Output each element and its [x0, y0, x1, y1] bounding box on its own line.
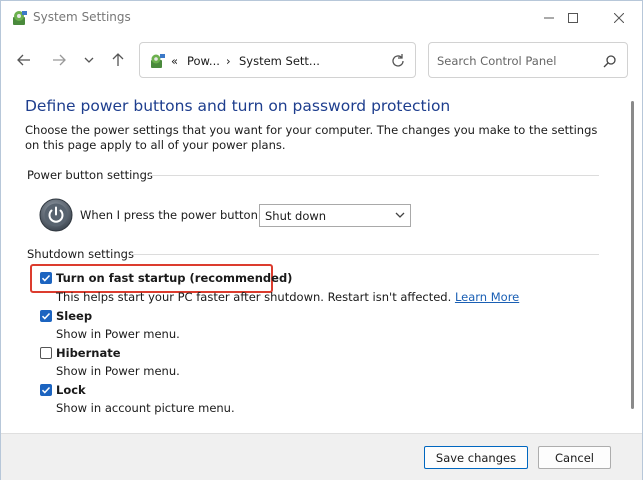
- maximize-button[interactable]: [550, 1, 596, 34]
- recent-locations-button[interactable]: [77, 48, 101, 72]
- up-button[interactable]: [106, 48, 130, 72]
- vertical-scrollbar[interactable]: [631, 101, 634, 409]
- fast-startup-checkbox[interactable]: [40, 272, 52, 284]
- shutdown-settings-title: Shutdown settings: [27, 247, 134, 261]
- learn-more-link[interactable]: Learn More: [455, 290, 519, 304]
- forward-button[interactable]: [47, 48, 71, 72]
- page-description: Choose the power settings that you want …: [25, 123, 598, 152]
- hibernate-label[interactable]: Hibernate: [56, 346, 121, 360]
- fast-startup-label[interactable]: Turn on fast startup (recommended): [56, 271, 292, 285]
- dialog-footer: Save changes Cancel: [1, 433, 642, 480]
- section-divider: [131, 254, 599, 255]
- control-panel-icon: [13, 11, 27, 25]
- close-icon: [614, 12, 624, 23]
- lock-description: Show in account picture menu.: [56, 401, 235, 415]
- arrow-left-icon: [17, 54, 30, 66]
- fast-startup-description-text: This helps start your PC faster after sh…: [56, 290, 452, 304]
- hibernate-description: Show in Power menu.: [56, 364, 180, 378]
- close-window-button[interactable]: [596, 1, 642, 34]
- page-heading: Define power buttons and turn on passwor…: [25, 97, 451, 115]
- sleep-description: Show in Power menu.: [56, 327, 180, 341]
- back-button[interactable]: [12, 48, 36, 72]
- control-panel-icon: [151, 54, 165, 68]
- address-bar[interactable]: « Pow... › System Sett...: [139, 42, 416, 78]
- title-bar: System Settings: [1, 1, 642, 34]
- breadcrumb-overflow[interactable]: «: [171, 54, 178, 68]
- chevron-down-icon: [395, 212, 405, 218]
- breadcrumb-separator: ›: [226, 54, 231, 68]
- window-title: System Settings: [33, 10, 131, 24]
- hibernate-checkbox[interactable]: [40, 347, 52, 359]
- power-button-label: When I press the power button:: [80, 208, 262, 222]
- power-button-action-value: Shut down: [265, 209, 327, 223]
- breadcrumb-item-system-settings[interactable]: System Sett...: [239, 54, 320, 68]
- navigation-bar: « Pow... › System Sett...: [1, 34, 642, 86]
- sleep-label[interactable]: Sleep: [56, 309, 92, 323]
- checkmark-icon: [41, 312, 51, 320]
- fast-startup-description: This helps start your PC faster after sh…: [56, 290, 519, 304]
- checkmark-icon: [41, 386, 51, 394]
- power-icon: [39, 198, 73, 232]
- section-divider: [149, 175, 599, 176]
- search-icon[interactable]: [603, 54, 617, 68]
- search-box[interactable]: [428, 42, 628, 78]
- save-changes-button[interactable]: Save changes: [424, 446, 528, 469]
- lock-label[interactable]: Lock: [56, 383, 86, 397]
- sleep-checkbox[interactable]: [40, 310, 52, 322]
- system-settings-window: System Settings « Pow... › System Sett..…: [0, 0, 643, 480]
- cancel-button[interactable]: Cancel: [538, 446, 611, 469]
- breadcrumb-item-power[interactable]: Pow...: [187, 54, 220, 68]
- power-button-settings-title: Power button settings: [27, 168, 153, 182]
- power-button-action-select[interactable]: Shut down: [259, 204, 411, 227]
- chevron-down-icon: [84, 57, 94, 63]
- lock-checkbox[interactable]: [40, 384, 52, 396]
- arrow-up-icon: [112, 53, 124, 66]
- arrow-right-icon: [53, 54, 66, 66]
- maximize-icon: [568, 12, 578, 23]
- checkmark-icon: [41, 274, 51, 282]
- search-input[interactable]: [437, 52, 597, 70]
- refresh-icon[interactable]: [389, 52, 407, 70]
